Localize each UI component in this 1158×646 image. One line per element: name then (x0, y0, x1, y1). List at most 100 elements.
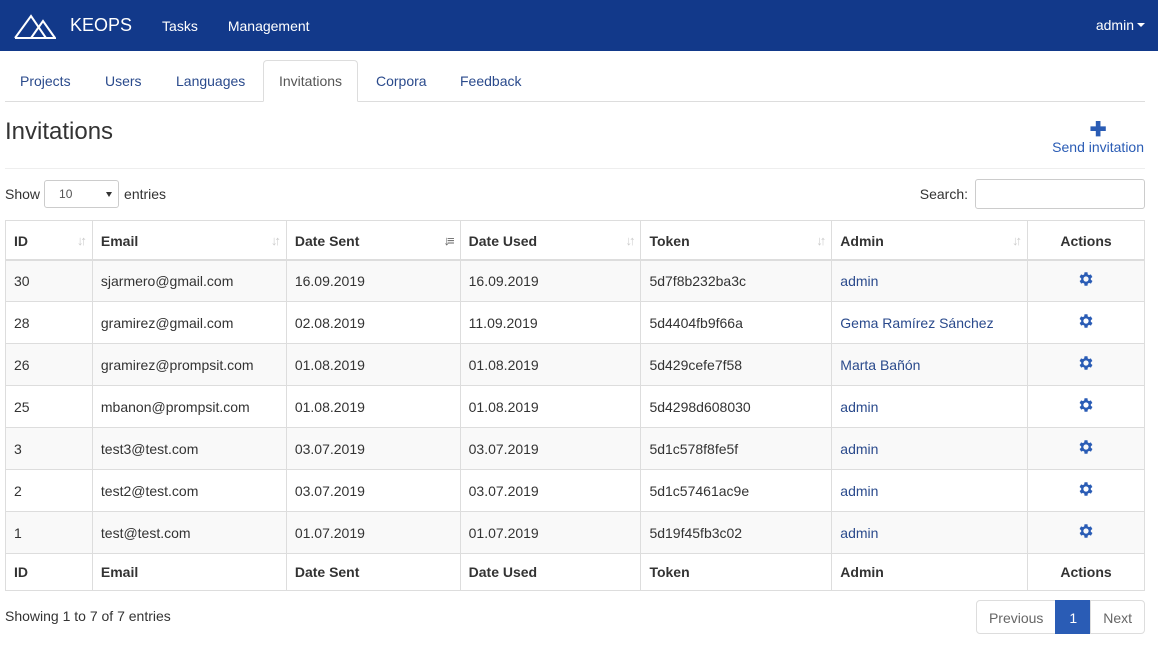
show-label: Show (5, 186, 41, 202)
plus-icon: ✚ (1089, 119, 1107, 141)
column-header-label: Date Sent (294, 232, 360, 249)
user-menu[interactable]: admin (1096, 17, 1145, 33)
cell-admin: admin (831, 469, 1029, 512)
cell-email: mbanon@prompsit.com (91, 385, 287, 428)
cell-date-sent: 01.08.2019 (285, 385, 461, 428)
table-row: 25 mbanon@prompsit.com 01.08.2019 01.08.201… (5, 385, 1145, 428)
search-input[interactable] (975, 179, 1145, 209)
column-header-admin[interactable]: Admin ↓↑ (831, 220, 1029, 261)
cell-admin: admin (831, 511, 1029, 554)
table-row: 3 test3@test.com 03.07.2019 03.07.2019 5d1c5… (5, 427, 1145, 470)
admin-link[interactable]: admin (840, 399, 878, 415)
tab-projects[interactable]: Projects (5, 60, 86, 102)
cell-email: test@test.com (91, 511, 287, 554)
table-row: 1 test@test.com 01.07.2019 01.07.2019 5d19f4… (5, 511, 1145, 554)
caret-down-icon (1137, 23, 1145, 27)
table-info: Showing 1 to 7 of 7 entries (5, 608, 171, 624)
cell-actions (1027, 385, 1145, 428)
cell-date-sent: 01.08.2019 (285, 343, 461, 386)
gear-icon[interactable] (1077, 396, 1095, 417)
column-header-label: Date Used (468, 232, 538, 249)
entries-select[interactable]: 10 (44, 180, 120, 208)
column-footer-date-sent: Date Sent (285, 553, 461, 591)
table-row: 30 sjarmero@gmail.com 16.09.2019 16.09.2019… (5, 259, 1145, 302)
gear-icon[interactable] (1077, 312, 1095, 333)
gear-icon[interactable] (1077, 354, 1095, 375)
tab-invitations[interactable]: Invitations (263, 60, 359, 102)
cell-date-used: 11.09.2019 (459, 301, 642, 344)
column-header-label: ID (14, 232, 28, 249)
tab-languages[interactable]: Languages (161, 60, 260, 102)
gear-icon[interactable] (1077, 438, 1095, 459)
page-title: Invitations (5, 118, 114, 145)
sort-icon: ↓↑ (76, 233, 87, 248)
admin-link[interactable]: admin (840, 273, 878, 289)
cell-token: 5d1c57461ac9e (640, 469, 833, 512)
column-footer-date-used: Date Used (459, 553, 642, 591)
column-footer-admin: Admin (831, 553, 1029, 591)
column-header-label: Token (649, 232, 690, 249)
cell-token: 5d4298d608030 (640, 385, 833, 428)
gear-icon[interactable] (1077, 522, 1095, 543)
cell-id: 2 (5, 469, 93, 512)
cell-token: 5d4404fb9f66a (640, 301, 833, 344)
management-tabs: Projects Users Languages Invitations Cor… (5, 60, 1145, 102)
cell-actions (1027, 343, 1145, 386)
column-header-label: Email (100, 232, 139, 249)
admin-link[interactable]: Marta Bañón (840, 357, 920, 373)
cell-actions (1027, 469, 1145, 512)
page-1-button[interactable]: 1 (1055, 600, 1092, 634)
column-header-date-used[interactable]: Date Used ↓↑ (459, 220, 642, 261)
gear-icon[interactable] (1077, 480, 1095, 501)
previous-page-button[interactable]: Previous (975, 600, 1057, 634)
cell-date-used: 03.07.2019 (459, 427, 642, 470)
sort-icon: ↓↑ (816, 233, 826, 248)
cell-token: 5d7f8b232ba3c (640, 259, 833, 302)
table-search: Search: (920, 179, 1145, 209)
tab-users[interactable]: Users (90, 60, 157, 102)
column-header-token[interactable]: Token ↓↑ (640, 220, 833, 261)
cell-actions (1027, 301, 1145, 344)
cell-email: test3@test.com (91, 427, 287, 470)
nav-tasks[interactable]: Tasks (162, 18, 198, 34)
cell-admin: admin (831, 259, 1029, 302)
column-header-actions: Actions (1027, 220, 1145, 261)
admin-link[interactable]: admin (840, 525, 878, 541)
admin-link[interactable]: admin (840, 483, 878, 499)
column-footer-token: Token (640, 553, 833, 591)
cell-date-sent: 02.08.2019 (285, 301, 461, 344)
send-invitation-button[interactable]: ✚ Send invitation (1052, 119, 1144, 155)
cell-email: gramirez@gmail.com (91, 301, 287, 344)
cell-date-used: 01.08.2019 (459, 385, 642, 428)
column-footer-id: ID (5, 553, 93, 591)
cell-date-used: 01.07.2019 (459, 511, 642, 554)
cell-id: 3 (5, 427, 93, 470)
admin-link[interactable]: admin (840, 441, 878, 457)
pagination: Previous 1 Next (975, 600, 1145, 634)
tab-feedback[interactable]: Feedback (445, 60, 536, 102)
next-page-button[interactable]: Next (1090, 600, 1145, 634)
nav-management[interactable]: Management (228, 18, 310, 34)
cell-email: gramirez@prompsit.com (91, 343, 287, 386)
cell-date-sent: 16.09.2019 (285, 259, 461, 302)
cell-date-used: 16.09.2019 (459, 259, 642, 302)
dropdown-arrow-icon (106, 192, 113, 197)
column-header-email[interactable]: Email ↓↑ (91, 220, 287, 261)
sort-icon: ↓↑ (270, 233, 281, 248)
cell-actions (1027, 427, 1145, 470)
admin-link[interactable]: Gema Ramírez Sánchez (840, 315, 993, 331)
column-header-id[interactable]: ID ↓↑ (5, 220, 93, 261)
tab-corpora[interactable]: Corpora (361, 60, 442, 102)
sort-icon: ↓↑ (625, 233, 635, 248)
cell-id: 1 (5, 511, 93, 554)
brand-link[interactable]: KEOPS (14, 13, 132, 39)
cell-email: test2@test.com (91, 469, 287, 512)
cell-token: 5d429cefe7f58 (640, 343, 833, 386)
cell-token: 5d1c578f8fe5f (640, 427, 833, 470)
column-header-date-sent[interactable]: Date Sent ↓≡ (285, 220, 461, 261)
send-invitation-label: Send invitation (1052, 139, 1144, 155)
cell-admin: admin (831, 427, 1029, 470)
column-footer-email: Email (91, 553, 287, 591)
gear-icon[interactable] (1077, 270, 1095, 291)
cell-admin: admin (831, 385, 1029, 428)
